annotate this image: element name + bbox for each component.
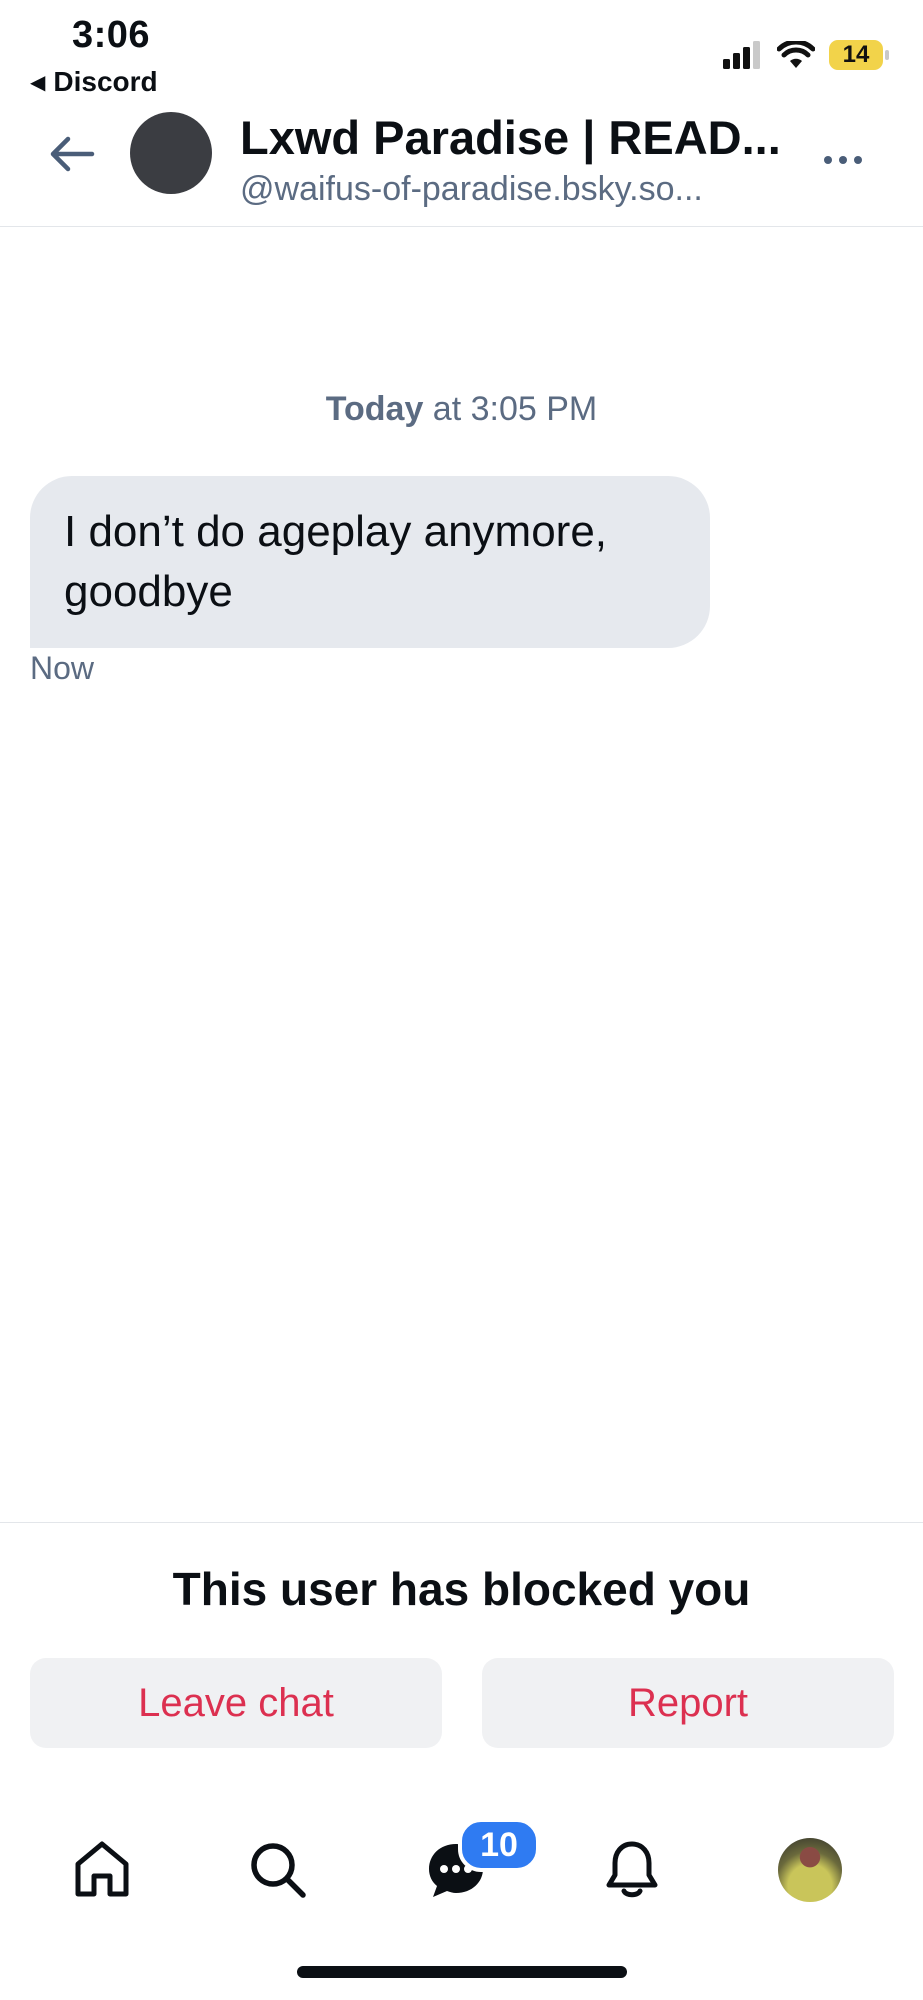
more-options-button[interactable] <box>821 140 865 180</box>
composer-divider <box>0 1522 923 1523</box>
wifi-icon <box>777 41 815 68</box>
ellipsis-icon <box>824 156 862 164</box>
status-time: 3:06 <box>72 14 151 56</box>
nav-profile[interactable] <box>770 1820 850 1920</box>
nav-home[interactable] <box>62 1820 142 1920</box>
back-button[interactable] <box>46 128 98 180</box>
battery-indicator: 14 <box>829 40 889 70</box>
blocked-notice: This user has blocked you <box>172 1563 751 1615</box>
date-separator-time: at 3:05 PM <box>423 390 598 428</box>
chat-title[interactable]: Lxwd Paradise | READ... <box>240 110 781 165</box>
leave-chat-button[interactable]: Leave chat <box>30 1658 442 1748</box>
report-button[interactable]: Report <box>482 1658 894 1748</box>
arrow-left-icon <box>50 136 95 172</box>
bell-icon <box>606 1841 658 1898</box>
search-icon <box>251 1843 306 1898</box>
date-separator: Today at 3:05 PM <box>0 390 923 429</box>
back-to-app-link[interactable]: ◀ Discord <box>30 66 158 98</box>
battery-level: 14 <box>842 41 870 68</box>
chat-unread-badge: 10 <box>458 1818 540 1872</box>
nav-search[interactable] <box>238 1820 318 1920</box>
chat-avatar[interactable] <box>130 112 212 194</box>
message-timestamp: Now <box>30 650 95 686</box>
cellular-signal-icon <box>723 41 760 69</box>
home-indicator[interactable] <box>297 1966 627 1978</box>
home-icon <box>75 1841 129 1897</box>
date-separator-day: Today <box>325 390 424 428</box>
nav-notifications[interactable] <box>592 1820 672 1920</box>
profile-avatar <box>778 1838 842 1902</box>
header-divider <box>0 226 923 227</box>
status-indicators: 14 <box>723 40 889 70</box>
back-app-label: Discord <box>53 66 158 97</box>
message-bubble[interactable]: I don’t do ageplay anymore, goodbye <box>30 476 710 648</box>
chat-handle[interactable]: @waifus-of-paradise.bsky.so... <box>240 170 703 209</box>
back-triangle-icon: ◀ <box>30 71 46 94</box>
